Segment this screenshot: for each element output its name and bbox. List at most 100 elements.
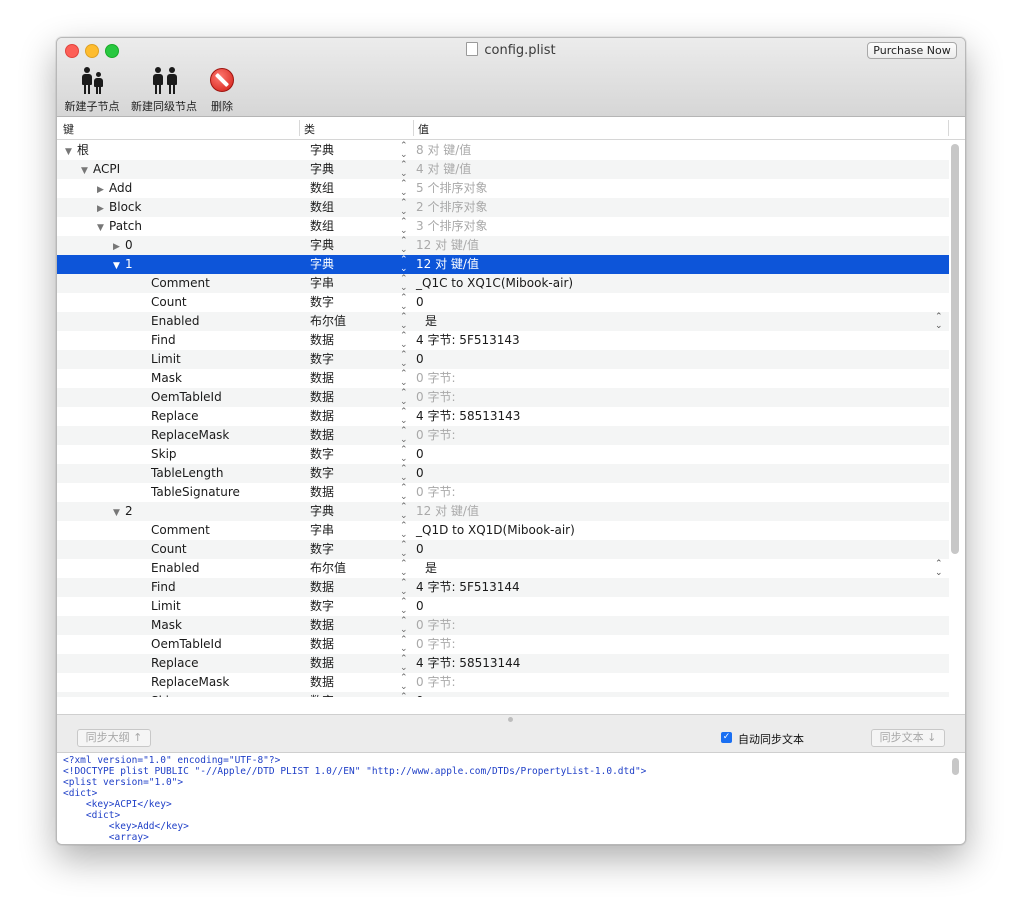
row-value[interactable]: 是	[425, 312, 437, 331]
row-key-text[interactable]: Enabled	[151, 561, 200, 575]
key-column-header[interactable]: 键	[63, 121, 74, 137]
row-key-text[interactable]: ReplaceMask	[151, 675, 229, 689]
outline-row[interactable]: Count 数字 ⌃ ⌄ 0	[57, 540, 949, 559]
row-type[interactable]: 数据	[310, 388, 334, 407]
type-popup-icon[interactable]: ⌃⌄	[400, 464, 408, 483]
type-popup-icon[interactable]: ⌃⌄	[400, 179, 408, 198]
type-popup-icon[interactable]: ⌃⌄	[400, 597, 408, 616]
row-type[interactable]: 数据	[310, 407, 334, 426]
row-key-text[interactable]: ReplaceMask	[151, 428, 229, 442]
outline-row[interactable]: TableSignature 数据 ⌃ ⌄ 0 字节:	[57, 483, 949, 502]
outline-row[interactable]: ▶ 0 字典 ⌃ ⌄ 12 对 键/值	[57, 236, 949, 255]
row-key-text[interactable]: Mask	[151, 371, 182, 385]
row-value[interactable]: 5 个排序对象	[416, 179, 487, 198]
row-value[interactable]: 0 字节:	[416, 616, 456, 635]
row-key-text[interactable]: 2	[125, 504, 133, 518]
row-key-text[interactable]: 根	[77, 143, 89, 157]
outline-row[interactable]: ▼ ACPI 字典 ⌃ ⌄ 4 对 键/值	[57, 160, 949, 179]
type-popup-icon[interactable]: ⌃⌄	[400, 483, 408, 502]
row-value[interactable]: 0 字节:	[416, 673, 456, 692]
row-value[interactable]: 0	[416, 540, 424, 559]
delete-button[interactable]: 删除	[205, 66, 239, 114]
row-value[interactable]: 0	[416, 597, 424, 616]
row-value[interactable]: _Q1C to XQ1C(Mibook-air)	[416, 274, 573, 293]
type-popup-icon[interactable]: ⌃⌄	[400, 673, 408, 692]
type-popup-icon[interactable]: ⌃⌄	[400, 198, 408, 217]
row-type[interactable]: 数据	[310, 483, 334, 502]
row-key-text[interactable]: Patch	[109, 219, 142, 233]
outline-row[interactable]: ReplaceMask 数据 ⌃ ⌄ 0 字节:	[57, 673, 949, 692]
row-value[interactable]: 0 字节:	[416, 369, 456, 388]
type-popup-icon[interactable]: ⌃⌄	[400, 160, 408, 179]
row-type[interactable]: 数字	[310, 464, 334, 483]
row-type[interactable]: 数据	[310, 578, 334, 597]
row-type[interactable]: 数据	[310, 635, 334, 654]
row-key-text[interactable]: 0	[125, 238, 133, 252]
row-type[interactable]: 数据	[310, 673, 334, 692]
type-popup-icon[interactable]: ⌃⌄	[400, 559, 408, 578]
outline-row[interactable]: Find 数据 ⌃ ⌄ 4 字节: 5F513144	[57, 578, 949, 597]
outline-view[interactable]: ▼ 根字典 ⌃ ⌄ 8 对 键/值 ▼ ACPI 字典 ⌃ ⌄ 4 对 键/值 ▶ Add 数组 ⌃ ⌄ 5 个…	[57, 141, 949, 697]
row-key-text[interactable]: Count	[151, 542, 187, 556]
row-type[interactable]: 字典	[310, 502, 334, 521]
row-type[interactable]: 数字	[310, 350, 334, 369]
type-popup-icon[interactable]: ⌃⌄	[400, 293, 408, 312]
row-value[interactable]: 12 对 键/值	[416, 236, 479, 255]
type-popup-icon[interactable]: ⌃⌄	[400, 407, 408, 426]
row-key-text[interactable]: Comment	[151, 276, 210, 290]
row-value[interactable]: 4 字节: 5F513143	[416, 331, 520, 350]
row-type[interactable]: 字典	[310, 141, 334, 160]
type-popup-icon[interactable]: ⌃⌄	[400, 388, 408, 407]
outline-row[interactable]: Replace 数据 ⌃ ⌄ 4 字节: 58513143	[57, 407, 949, 426]
row-value[interactable]: 8 对 键/值	[416, 141, 471, 160]
row-type[interactable]: 数据	[310, 426, 334, 445]
row-type[interactable]: 数据	[310, 331, 334, 350]
outline-row[interactable]: ▶ Add 数组 ⌃ ⌄ 5 个排序对象	[57, 179, 949, 198]
outline-row[interactable]: TableLength 数字 ⌃ ⌄ 0	[57, 464, 949, 483]
sync-text-button[interactable]: 同步文本 ↓	[871, 729, 945, 747]
outline-row[interactable]: Comment 字串 ⌃ ⌄ _Q1C to XQ1C(Mibook-air)	[57, 274, 949, 293]
purchase-now-button[interactable]: Purchase Now	[867, 42, 957, 59]
row-key-text[interactable]: Skip	[151, 447, 177, 461]
type-popup-icon[interactable]: ⌃⌄	[400, 312, 408, 331]
row-key-text[interactable]: Find	[151, 333, 176, 347]
row-type[interactable]: 数字	[310, 293, 334, 312]
type-popup-icon[interactable]: ⌃⌄	[400, 141, 408, 160]
type-popup-icon[interactable]: ⌃⌄	[400, 445, 408, 464]
row-key-text[interactable]: Replace	[151, 409, 198, 423]
row-key-text[interactable]: Add	[109, 181, 132, 195]
row-key-text[interactable]: Enabled	[151, 314, 200, 328]
row-value[interactable]: 12 对 键/值	[416, 255, 479, 274]
row-value[interactable]: 0	[416, 293, 424, 312]
outline-row[interactable]: Enabled 布尔值 ⌃ ⌄ 是 ⌃ ⌄	[57, 559, 949, 578]
row-value[interactable]: 0 字节:	[416, 483, 456, 502]
type-popup-icon[interactable]: ⌃⌄	[400, 540, 408, 559]
type-popup-icon[interactable]: ⌃⌄	[400, 502, 408, 521]
outline-row[interactable]: Replace 数据 ⌃ ⌄ 4 字节: 58513144	[57, 654, 949, 673]
row-key-text[interactable]: Limit	[151, 599, 181, 613]
type-popup-icon[interactable]: ⌃⌄	[400, 274, 408, 293]
row-type[interactable]: 字典	[310, 160, 334, 179]
row-value[interactable]: 0	[416, 445, 424, 464]
row-key-text[interactable]: Comment	[151, 523, 210, 537]
row-key-text[interactable]: ACPI	[93, 162, 120, 176]
row-value[interactable]: 4 字节: 58513144	[416, 654, 520, 673]
row-value[interactable]: 4 字节: 5F513144	[416, 578, 520, 597]
row-type[interactable]: 字典	[310, 255, 334, 274]
row-type[interactable]: 数据	[310, 369, 334, 388]
row-type[interactable]: 数组	[310, 217, 334, 236]
outline-row[interactable]: OemTableId 数据 ⌃ ⌄ 0 字节:	[57, 388, 949, 407]
row-value[interactable]: 0 字节:	[416, 388, 456, 407]
outline-row[interactable]: ▼ 1 字典 ⌃ ⌄ 12 对 键/值	[57, 255, 949, 274]
row-type[interactable]: 数组	[310, 198, 334, 217]
boolean-popup-icon[interactable]: ⌃ ⌄	[935, 559, 943, 578]
new-child-button[interactable]: 新建子节点	[64, 66, 120, 114]
row-type[interactable]: 字串	[310, 274, 334, 293]
row-type[interactable]: 字串	[310, 521, 334, 540]
row-key-text[interactable]: Skip	[151, 694, 177, 697]
outline-row[interactable]: Find 数据 ⌃ ⌄ 4 字节: 5F513143	[57, 331, 949, 350]
row-value[interactable]: _Q1D to XQ1D(Mibook-air)	[416, 521, 575, 540]
new-sibling-button[interactable]: 新建同级节点	[129, 66, 199, 114]
row-type[interactable]: 字典	[310, 236, 334, 255]
type-popup-icon[interactable]: ⌃⌄	[400, 255, 408, 274]
